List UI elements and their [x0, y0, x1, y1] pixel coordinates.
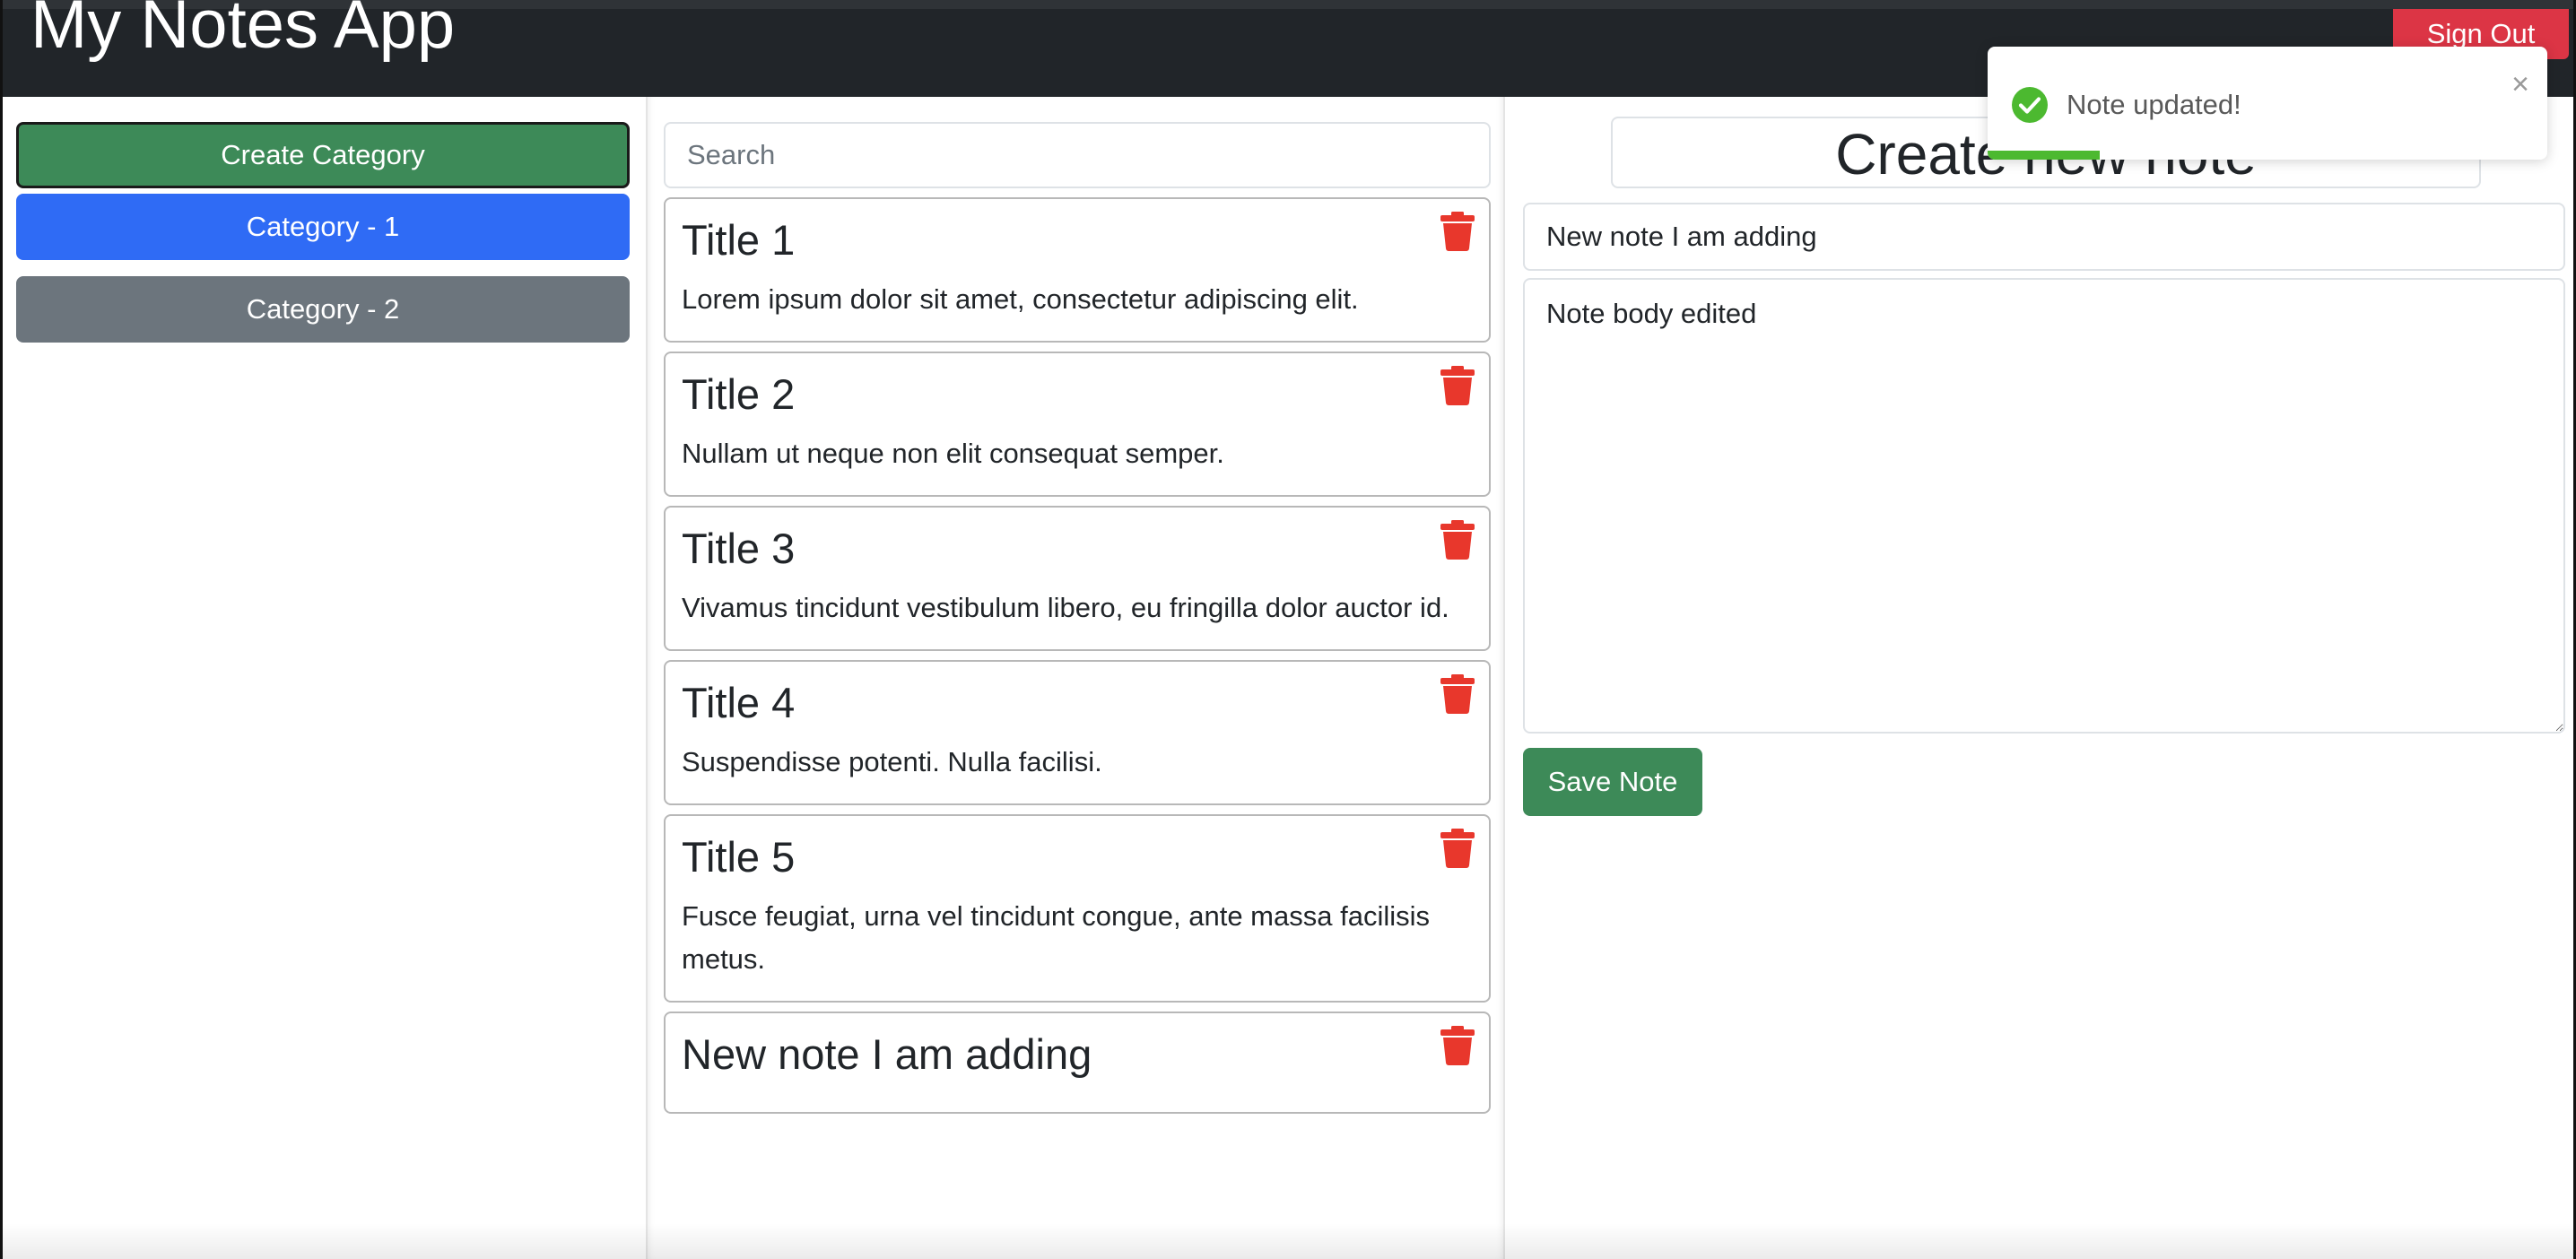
notes-app: My Notes App Sign Out Create Category Ca… [0, 0, 2576, 1259]
save-note-button[interactable]: Save Note [1523, 748, 1702, 816]
note-card[interactable]: Title 3 Vivamus tincidunt vestibulum libe… [664, 506, 1491, 651]
note-title: Title 5 [682, 833, 796, 881]
app-brand[interactable]: My Notes App [30, 0, 455, 63]
note-title: Title 1 [682, 216, 796, 264]
note-body: Lorem ipsum dolor sit amet, consectetur … [682, 283, 1359, 315]
note-title: Title 3 [682, 525, 796, 572]
search-input[interactable] [664, 122, 1491, 188]
note-body: Suspendisse potenti. Nulla facilisi. [682, 746, 1102, 777]
check-circle-icon [2012, 87, 2048, 123]
note-list: Title 1 Lorem ipsum dolor sit amet, conse… [664, 197, 1491, 1123]
trash-icon[interactable] [1440, 366, 1475, 405]
note-title-input[interactable] [1523, 203, 2565, 271]
note-card[interactable]: Title 2 Nullam ut neque non elit consequa… [664, 352, 1491, 497]
trash-icon[interactable] [1440, 1026, 1475, 1065]
trash-icon[interactable] [1440, 674, 1475, 714]
note-title: New note I am adding [682, 1030, 1092, 1078]
category-sidebar: Create Category Category - 1 Category - … [0, 97, 646, 1259]
note-card[interactable]: Title 5 Fusce feugiat, urna vel tincidunt… [664, 814, 1491, 1003]
create-category-button[interactable]: Create Category [16, 122, 630, 188]
note-editor: Create new note Note body edited Save No… [1505, 97, 2576, 1259]
trash-icon[interactable] [1440, 212, 1475, 251]
note-body: Vivamus tincidunt vestibulum libero, eu … [682, 592, 1449, 623]
toast-message: Note updated! [2067, 89, 2241, 120]
note-card[interactable]: Title 4 Suspendisse potenti. Nulla facili… [664, 660, 1491, 805]
note-body-textarea[interactable]: Note body edited [1523, 278, 2565, 734]
note-title: Title 4 [682, 679, 796, 726]
close-icon[interactable]: × [2511, 66, 2529, 102]
category-item-2[interactable]: Category - 2 [16, 276, 630, 343]
category-item-1[interactable]: Category - 1 [16, 194, 630, 260]
trash-icon[interactable] [1440, 520, 1475, 560]
notes-column: Title 1 Lorem ipsum dolor sit amet, conse… [646, 97, 1505, 1259]
note-title: Title 2 [682, 370, 796, 418]
note-card[interactable]: Title 1 Lorem ipsum dolor sit amet, conse… [664, 197, 1491, 343]
trash-icon[interactable] [1440, 829, 1475, 868]
note-body: Fusce feugiat, urna vel tincidunt congue… [682, 900, 1431, 975]
toast-progress-bar [1988, 151, 2100, 160]
note-card[interactable]: New note I am adding [664, 1012, 1491, 1114]
toast-notification: Note updated! × [1988, 47, 2547, 160]
note-body: Nullam ut neque non elit consequat sempe… [682, 438, 1224, 469]
